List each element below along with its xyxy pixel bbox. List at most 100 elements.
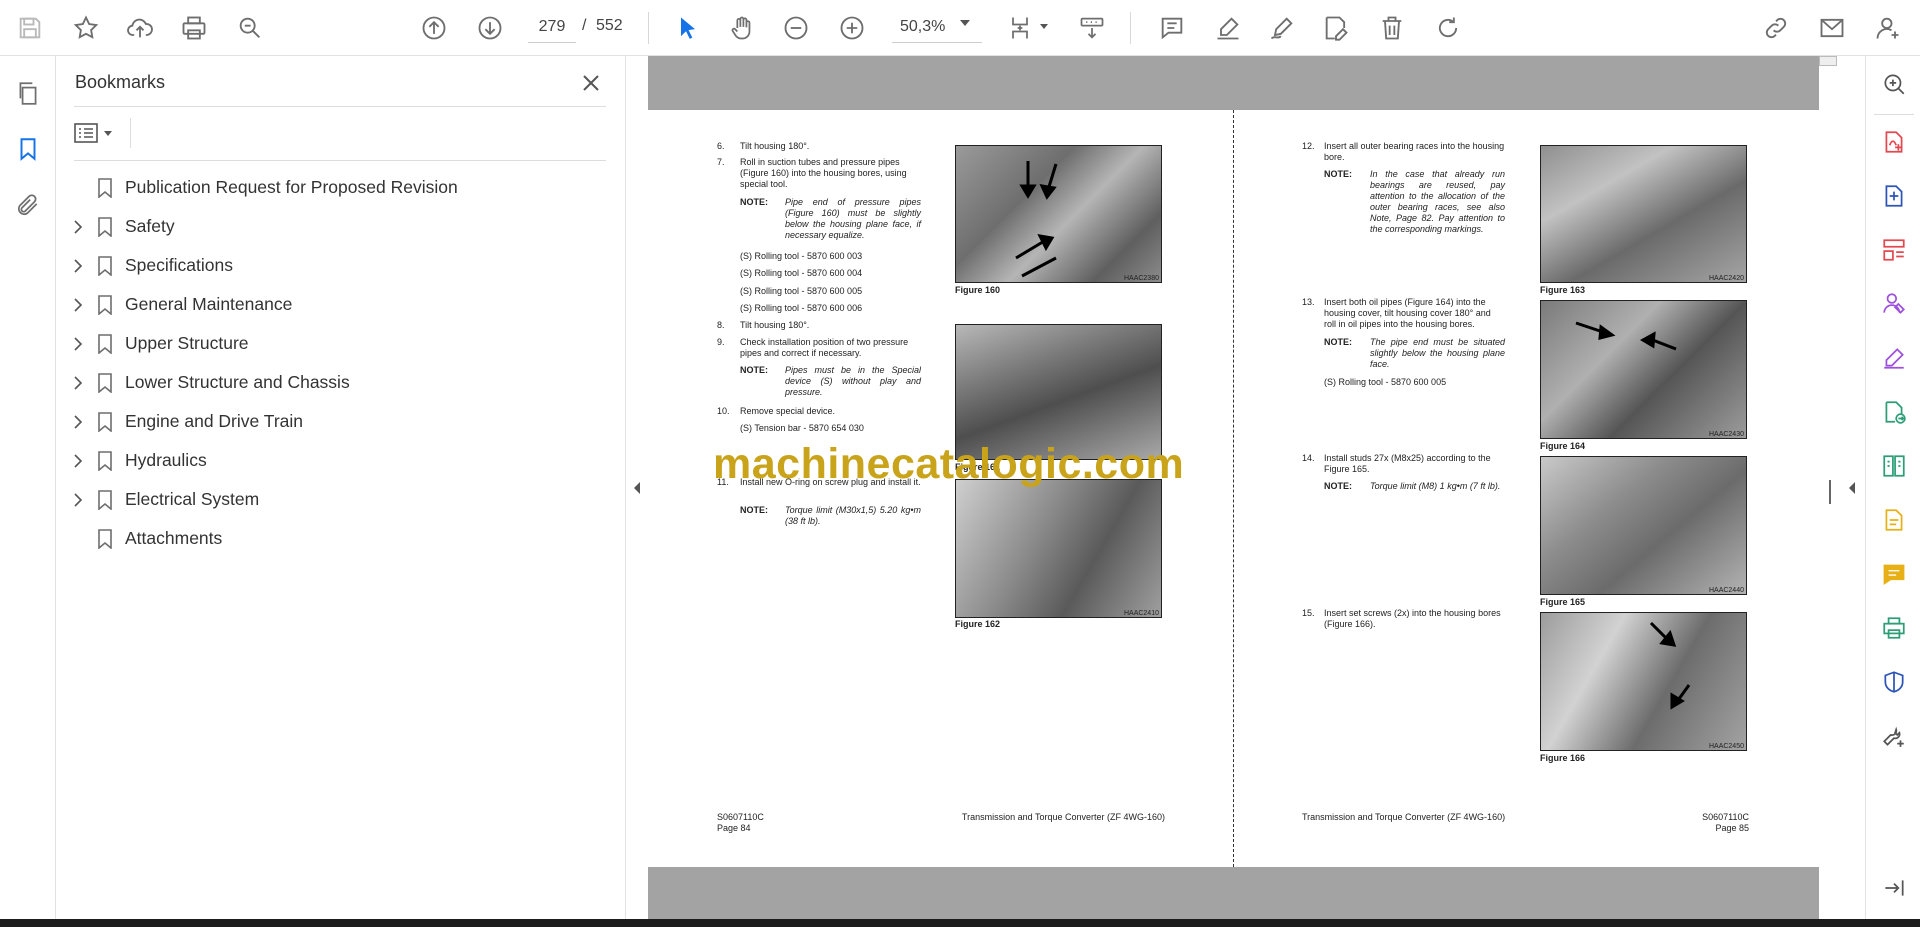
scroll-mode-icon[interactable] [1072,8,1112,48]
bookmark-item-safety[interactable]: Safety [56,207,626,246]
chevron-right-icon[interactable] [70,219,86,235]
step-number: 8. [717,320,725,330]
request-signatures-icon[interactable] [1878,288,1910,320]
note-text: Torque limit (M30x1,5) 5.20 kg•m (38 ft … [785,505,921,526]
add-user-icon[interactable] [1868,8,1908,48]
zoom-in-icon[interactable] [832,8,872,48]
zoom-search-icon[interactable] [1878,68,1910,100]
rail-divider [1874,114,1914,115]
bookmark-item-hydraulics[interactable]: Hydraulics [56,441,626,480]
scrollbar-thumb[interactable] [1819,56,1837,66]
scan-ocr-icon[interactable] [1878,504,1910,536]
step-number: 12. [1302,141,1315,151]
print-production-icon[interactable] [1878,612,1910,644]
bookmark-item-specifications[interactable]: Specifications [56,246,626,285]
zoom-level-value: 50,3% [900,17,946,35]
bookmark-item-lower-structure[interactable]: Lower Structure and Chassis [56,363,626,402]
page-fit-icon[interactable] [1000,8,1040,48]
step-number: 9. [717,337,725,347]
figure-photo: HAAC2380 [955,145,1162,283]
chevron-right-icon[interactable] [70,258,86,274]
hand-tool-icon[interactable] [722,8,762,48]
bookmark-list: Publication Request for Proposed Revisio… [56,168,626,558]
chevron-right-icon[interactable] [70,297,86,313]
bookmarks-panel-icon[interactable] [10,131,46,167]
organize-pages-icon[interactable] [1878,234,1910,266]
zoom-out-icon[interactable] [776,8,816,48]
upload-cloud-icon[interactable] [120,8,160,48]
figure-caption: Figure 165 [1540,597,1586,607]
bookmark-item-publication-request[interactable]: Publication Request for Proposed Revisio… [56,168,626,207]
figure-caption: Figure 163 [1540,285,1586,295]
search-icon[interactable] [230,8,270,48]
collapse-left-panel-icon[interactable] [631,478,643,498]
chevron-right-icon[interactable] [70,375,86,391]
tool-line: (S) Rolling tool - 5870 600 003 [740,251,863,261]
protect-shield-icon[interactable] [1878,666,1910,698]
chevron-right-icon[interactable] [70,492,86,508]
more-tools-icon[interactable] [1878,720,1910,752]
arrow-annotations-icon [1649,621,1691,710]
step-text: Install studs 27x (M8x25) according to t… [1324,453,1491,474]
tool-line: (S) Tension bar - 5870 654 030 [740,423,864,433]
footer-page: Page 84 [717,823,751,833]
bookmark-label: Upper Structure [125,333,249,353]
expand-panel-icon[interactable] [1878,872,1910,904]
figure-code: HAAC2440 [1708,587,1744,594]
note-text: In the case that already run bearings ar… [1370,169,1505,234]
bookmark-label: Safety [125,216,175,236]
previous-page-icon[interactable] [414,8,454,48]
page-separator: / [582,17,587,34]
attachments-paperclip-icon[interactable] [10,187,46,223]
highlight-pen-icon[interactable] [1208,8,1248,48]
bookmark-icon [96,215,114,239]
step-number: 13. [1302,297,1315,307]
delete-trash-icon[interactable] [1372,8,1412,48]
bookmark-item-attachments[interactable]: Attachments [56,519,626,558]
bookmark-options-button[interactable] [74,118,122,148]
share-link-icon[interactable] [1756,8,1796,48]
fill-sign-icon[interactable] [1878,342,1910,374]
export-pdf-icon[interactable] [1878,126,1910,158]
email-icon[interactable] [1812,8,1852,48]
save-icon[interactable] [10,8,50,48]
chevron-down-icon[interactable] [960,20,970,26]
bookmark-item-electrical-system[interactable]: Electrical System [56,480,626,519]
figure-caption: Figure 160 [955,285,1001,295]
note-label: NOTE: [740,365,768,375]
bookmark-label: Publication Request for Proposed Revisio… [125,177,458,197]
export-convert-icon[interactable] [1878,180,1910,212]
next-page-icon[interactable] [470,8,510,48]
chevron-right-icon[interactable] [70,336,86,352]
compare-files-icon[interactable] [1878,450,1910,482]
star-icon[interactable] [66,8,106,48]
edit-text-icon[interactable] [1316,8,1356,48]
panel-divider [74,160,606,161]
zoom-level-dropdown[interactable]: 50,3% [892,11,982,43]
panel-divider [74,106,606,107]
chevron-down-icon[interactable] [1040,24,1048,29]
select-cursor-icon[interactable] [668,8,708,48]
comment-icon[interactable] [1152,8,1192,48]
rotate-redo-icon[interactable] [1428,8,1468,48]
comment-tool-icon[interactable] [1878,558,1910,590]
page-thumbnails-icon[interactable] [10,75,46,111]
figure-code: HAAC2450 [1708,743,1744,750]
note-label: NOTE: [1324,481,1352,491]
tool-line: (S) Rolling tool - 5870 600 005 [740,286,863,296]
chevron-right-icon[interactable] [70,453,86,469]
bookmark-item-general-maintenance[interactable]: General Maintenance [56,285,626,324]
panel-resize-handle[interactable] [1829,480,1831,504]
bookmark-label: Attachments [125,528,223,548]
collapse-right-panel-icon[interactable] [1846,478,1858,498]
bookmark-item-upper-structure[interactable]: Upper Structure [56,324,626,363]
send-for-review-icon[interactable] [1878,396,1910,428]
close-icon[interactable] [576,68,606,98]
bookmark-item-engine-drive-train[interactable]: Engine and Drive Train [56,402,626,441]
print-icon[interactable] [174,8,214,48]
chevron-right-icon[interactable] [70,414,86,430]
page-number-input[interactable] [528,11,576,43]
page-gap-top [648,56,1819,110]
figure-caption: Figure 164 [1540,441,1586,451]
draw-freehand-icon[interactable] [1262,8,1302,48]
